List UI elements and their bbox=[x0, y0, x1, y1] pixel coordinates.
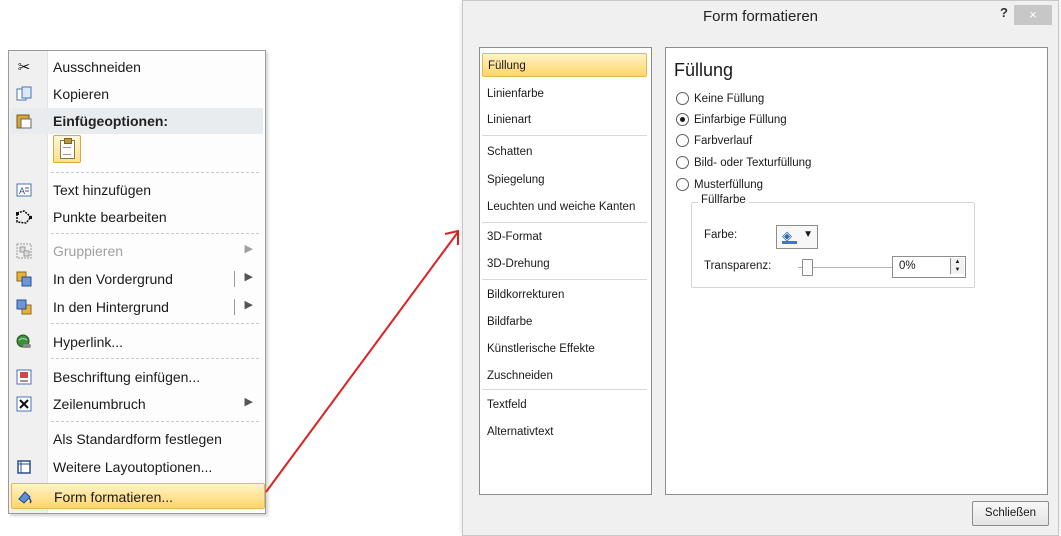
help-button[interactable]: ? bbox=[1000, 5, 1008, 20]
dialog-title: Form formatieren bbox=[702, 8, 819, 25]
nav-item-fill[interactable]: Füllung bbox=[482, 53, 647, 77]
group-label: Füllfarbe bbox=[698, 194, 749, 206]
nav-item-artistic-effects[interactable]: Künstlerische Effekte bbox=[482, 337, 647, 361]
fill-panel: Füllung Keine Füllung Einfarbige Füllung… bbox=[665, 47, 1048, 495]
category-nav: Füllung Linienfarbe Linienart Schatten S… bbox=[479, 47, 652, 495]
radio-circle bbox=[676, 92, 689, 105]
format-shape-dialog: Form formatieren ? × Füllung Linienfarbe… bbox=[462, 0, 1059, 536]
nav-item-shadow[interactable]: Schatten bbox=[482, 140, 647, 164]
nav-item-line-style[interactable]: Linienart bbox=[482, 108, 647, 132]
fill-color-group: Füllfarbe Farbe: ◈ ▼ Transparenz: 0% ▲ ▼ bbox=[691, 194, 975, 288]
radio-circle bbox=[676, 156, 689, 169]
radio-label: Musterfüllung bbox=[694, 179, 764, 191]
nav-item-crop[interactable]: Zuschneiden bbox=[482, 364, 647, 388]
nav-separator bbox=[482, 389, 647, 390]
nav-item-3d-rotation[interactable]: 3D-Drehung bbox=[482, 252, 647, 276]
nav-item-picture-color[interactable]: Bildfarbe bbox=[482, 310, 647, 334]
nav-item-picture-corrections[interactable]: Bildkorrekturen bbox=[482, 283, 647, 307]
transparency-slider-thumb[interactable] bbox=[802, 259, 813, 276]
nav-separator bbox=[482, 222, 647, 223]
nav-item-line-color[interactable]: Linienfarbe bbox=[482, 82, 647, 106]
nav-item-3d-format[interactable]: 3D-Format bbox=[482, 225, 647, 249]
radio-circle-selected bbox=[676, 113, 689, 126]
nav-separator bbox=[482, 279, 647, 280]
fill-color-picker[interactable]: ◈ ▼ bbox=[776, 225, 818, 249]
radio-label: Bild- oder Texturfüllung bbox=[694, 157, 812, 169]
transparency-label: Transparenz: bbox=[704, 260, 772, 272]
radio-label: Keine Füllung bbox=[694, 93, 765, 105]
close-icon[interactable]: × bbox=[1014, 5, 1052, 25]
radio-circle bbox=[676, 178, 689, 191]
nav-item-reflection[interactable]: Spiegelung bbox=[482, 168, 647, 192]
chevron-down-icon: ▼ bbox=[803, 229, 813, 240]
nav-separator bbox=[482, 135, 647, 136]
transparency-value: 0% bbox=[899, 260, 916, 272]
radio-circle bbox=[676, 134, 689, 147]
panel-heading: Füllung bbox=[674, 60, 734, 80]
nav-item-text-box[interactable]: Textfeld bbox=[482, 393, 647, 417]
close-dialog-button[interactable]: Schließen bbox=[972, 501, 1049, 526]
current-color-swatch bbox=[782, 241, 797, 244]
nav-item-alt-text[interactable]: Alternativtext bbox=[482, 420, 647, 444]
nav-item-glow-soft-edges[interactable]: Leuchten und weiche Kanten bbox=[482, 195, 647, 219]
radio-label: Einfarbige Füllung bbox=[694, 114, 787, 126]
color-label: Farbe: bbox=[704, 229, 738, 241]
spinner-arrows-icon[interactable]: ▲ ▼ bbox=[950, 258, 964, 274]
radio-label: Farbverlauf bbox=[694, 135, 753, 147]
transparency-spinner[interactable]: 0% ▲ ▼ bbox=[892, 256, 966, 278]
